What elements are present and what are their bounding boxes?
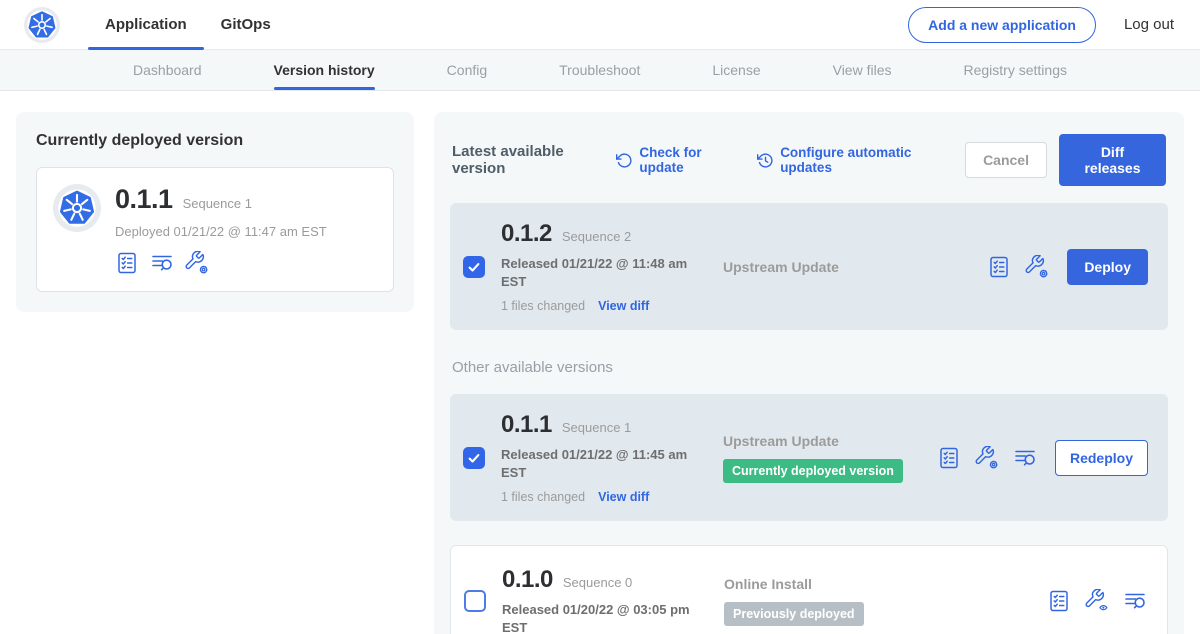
subnav-license[interactable]: License bbox=[712, 50, 760, 90]
app-icon bbox=[53, 184, 101, 232]
add-application-button[interactable]: Add a new application bbox=[908, 7, 1096, 43]
version-source: Upstream Update Currently deployed versi… bbox=[723, 433, 937, 483]
released-timestamp: Released 01/21/22 @ 11:48 am EST bbox=[501, 255, 691, 290]
source-label: Online Install bbox=[724, 576, 1047, 592]
checkmark-icon bbox=[467, 451, 481, 465]
edit-config-icon[interactable] bbox=[1025, 255, 1049, 279]
latest-version-title: Latest available version bbox=[452, 143, 600, 177]
deploy-button[interactable]: Deploy bbox=[1067, 249, 1148, 285]
preflight-checks-icon[interactable] bbox=[115, 251, 139, 275]
version-info: 0.1.1 Sequence 1 Released 01/21/22 @ 11:… bbox=[501, 411, 701, 504]
subnav-dashboard[interactable]: Dashboard bbox=[133, 50, 202, 90]
files-changed-label: 1 files changed bbox=[501, 490, 585, 504]
check-for-update-link[interactable]: Check for update bbox=[616, 145, 733, 175]
checkmark-icon bbox=[467, 260, 481, 274]
currently-deployed-badge: Currently deployed version bbox=[723, 459, 903, 483]
topnav-tabs: Application GitOps bbox=[88, 0, 288, 49]
view-logs-icon[interactable] bbox=[1123, 589, 1147, 613]
redeploy-button[interactable]: Redeploy bbox=[1055, 440, 1148, 476]
configure-auto-updates-link[interactable]: Configure automatic updates bbox=[757, 145, 941, 175]
version-row-0-1-1: 0.1.1 Sequence 1 Released 01/21/22 @ 11:… bbox=[450, 394, 1168, 521]
sequence-label: Sequence 2 bbox=[562, 229, 631, 244]
preflight-checks-icon[interactable] bbox=[987, 255, 1011, 279]
subnav-view-files[interactable]: View files bbox=[833, 50, 892, 90]
version-source: Online Install Previously deployed bbox=[724, 576, 1047, 626]
version-row-0-1-0: 0.1.0 Sequence 0 Released 01/20/22 @ 03:… bbox=[450, 545, 1168, 634]
sequence-label: Sequence 1 bbox=[562, 420, 631, 435]
configure-auto-updates-label: Configure automatic updates bbox=[780, 145, 941, 175]
check-for-update-label: Check for update bbox=[639, 145, 733, 175]
tab-gitops-label: GitOps bbox=[221, 16, 271, 33]
deployed-version-info: 0.1.1 Sequence 1 Deployed 01/21/22 @ 11:… bbox=[115, 184, 327, 275]
deployed-sequence-label: Sequence 1 bbox=[183, 196, 252, 211]
tab-gitops[interactable]: GitOps bbox=[204, 0, 288, 49]
released-timestamp: Released 01/20/22 @ 03:05 pm EST bbox=[502, 601, 692, 634]
view-diff-link[interactable]: View diff bbox=[598, 299, 649, 313]
top-navbar: Application GitOps Add a new application… bbox=[0, 0, 1200, 50]
tab-application[interactable]: Application bbox=[88, 0, 204, 49]
preflight-checks-icon[interactable] bbox=[1047, 589, 1071, 613]
edit-config-icon[interactable] bbox=[185, 251, 209, 275]
version-checkbox[interactable] bbox=[463, 256, 485, 278]
subnav-troubleshoot[interactable]: Troubleshoot bbox=[559, 50, 640, 90]
diff-releases-button[interactable]: Diff releases bbox=[1059, 134, 1166, 186]
files-changed-label: 1 files changed bbox=[501, 299, 585, 313]
released-timestamp: Released 01/21/22 @ 11:45 am EST bbox=[501, 446, 691, 481]
kubernetes-helm-icon bbox=[58, 189, 96, 227]
view-logs-icon[interactable] bbox=[1013, 446, 1037, 470]
tab-application-label: Application bbox=[105, 16, 187, 33]
kubernetes-helm-icon bbox=[27, 10, 57, 40]
cancel-button[interactable]: Cancel bbox=[965, 142, 1047, 178]
subnav-version-history[interactable]: Version history bbox=[274, 50, 375, 90]
source-label: Upstream Update bbox=[723, 259, 987, 275]
logout-link[interactable]: Log out bbox=[1122, 12, 1176, 37]
view-diff-link[interactable]: View diff bbox=[598, 490, 649, 504]
deployed-version-card: 0.1.1 Sequence 1 Deployed 01/21/22 @ 11:… bbox=[36, 167, 394, 292]
version-number: 0.1.0 bbox=[502, 566, 553, 594]
deployed-version-actions bbox=[115, 251, 327, 275]
version-checkbox[interactable] bbox=[464, 590, 486, 612]
currently-deployed-card: Currently deployed version 0.1.1 Sequenc… bbox=[16, 112, 414, 312]
refresh-icon bbox=[616, 152, 633, 169]
latest-version-header: Latest available version Check for updat… bbox=[452, 134, 1166, 186]
clock-refresh-icon bbox=[757, 152, 774, 169]
version-number: 0.1.1 bbox=[501, 411, 552, 439]
version-number: 0.1.2 bbox=[501, 220, 552, 248]
version-source: Upstream Update bbox=[723, 259, 987, 275]
subnav-registry-settings[interactable]: Registry settings bbox=[964, 50, 1067, 90]
app-subnav: Dashboard Version history Config Trouble… bbox=[0, 50, 1200, 91]
deployed-version-number: 0.1.1 bbox=[115, 184, 173, 215]
version-row-0-1-2: 0.1.2 Sequence 2 Released 01/21/22 @ 11:… bbox=[450, 203, 1168, 330]
currently-deployed-title: Currently deployed version bbox=[36, 132, 394, 150]
version-actions: Deploy bbox=[987, 249, 1148, 285]
version-actions: Redeploy bbox=[937, 440, 1148, 476]
version-history-panel: Latest available version Check for updat… bbox=[434, 112, 1184, 634]
previously-deployed-badge: Previously deployed bbox=[724, 602, 864, 626]
view-config-icon[interactable] bbox=[1085, 589, 1109, 613]
version-checkbox[interactable] bbox=[463, 447, 485, 469]
edit-config-icon[interactable] bbox=[975, 446, 999, 470]
view-logs-icon[interactable] bbox=[150, 251, 174, 275]
version-actions bbox=[1047, 589, 1147, 613]
deployed-timestamp: Deployed 01/21/22 @ 11:47 am EST bbox=[115, 224, 327, 239]
version-info: 0.1.0 Sequence 0 Released 01/20/22 @ 03:… bbox=[502, 566, 702, 634]
preflight-checks-icon[interactable] bbox=[937, 446, 961, 470]
other-versions-title: Other available versions bbox=[452, 359, 1166, 376]
kubernetes-logo bbox=[24, 7, 60, 43]
version-info: 0.1.2 Sequence 2 Released 01/21/22 @ 11:… bbox=[501, 220, 701, 313]
subnav-config[interactable]: Config bbox=[447, 50, 487, 90]
sequence-label: Sequence 0 bbox=[563, 575, 632, 590]
source-label: Upstream Update bbox=[723, 433, 937, 449]
main-content: Currently deployed version 0.1.1 Sequenc… bbox=[0, 91, 1200, 634]
